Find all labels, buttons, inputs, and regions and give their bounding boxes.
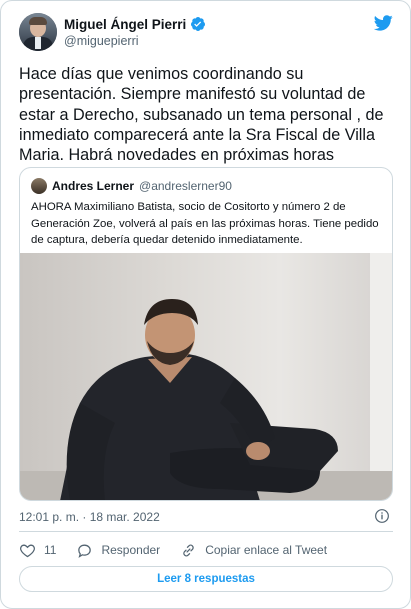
quoted-tweet[interactable]: Andres Lerner @andreslerner90 AHORA Maxi… <box>19 167 393 501</box>
copy-link-label: Copiar enlace al Tweet <box>205 543 328 557</box>
tweet-text: Hace días que venimos coordinando su pre… <box>19 65 384 165</box>
reply-label: Responder <box>101 543 161 557</box>
quoted-tweet-text: AHORA Maximiliano Batista, socio de Cosi… <box>31 201 379 246</box>
author-display-name[interactable]: Miguel Ángel Pierri <box>64 17 186 32</box>
author-name-row[interactable]: Miguel Ángel Pierri <box>64 16 206 32</box>
info-icon[interactable] <box>374 508 390 524</box>
author-handle[interactable]: @miguepierri <box>64 34 139 48</box>
twitter-bird-icon[interactable] <box>372 13 394 33</box>
quoted-author-name: Andres Lerner <box>52 179 135 193</box>
tweet-actions: 11 Responder Copiar enlace al Tweet <box>19 540 347 560</box>
link-icon <box>183 544 194 556</box>
tweet-timestamp[interactable]: 12:01 p. m. · 18 mar. 2022 <box>19 510 160 524</box>
heart-icon <box>20 544 35 557</box>
reply-icon <box>78 544 92 558</box>
verified-badge-icon <box>190 16 206 32</box>
quoted-author-handle: @andreslerner90 <box>139 179 232 193</box>
tweet-card: Miguel Ángel Pierri @miguepierri Hace dí… <box>0 0 411 609</box>
read-replies-button[interactable]: Leer 8 respuestas <box>19 566 393 592</box>
man-in-suit-illustration <box>60 299 338 500</box>
quoted-tweet-header: Andres Lerner @andreslerner90 <box>31 178 232 194</box>
copy-link-button[interactable]: Copiar enlace al Tweet <box>180 542 327 559</box>
footer-divider <box>19 531 393 532</box>
like-count: 11 <box>44 543 57 557</box>
like-button[interactable]: 11 <box>19 542 56 559</box>
quoted-author-avatar <box>31 178 47 194</box>
reply-button[interactable]: Responder <box>76 542 160 559</box>
tweet-header: Miguel Ángel Pierri @miguepierri <box>19 13 394 53</box>
quoted-tweet-photo[interactable] <box>20 253 392 500</box>
author-avatar[interactable] <box>19 13 57 51</box>
